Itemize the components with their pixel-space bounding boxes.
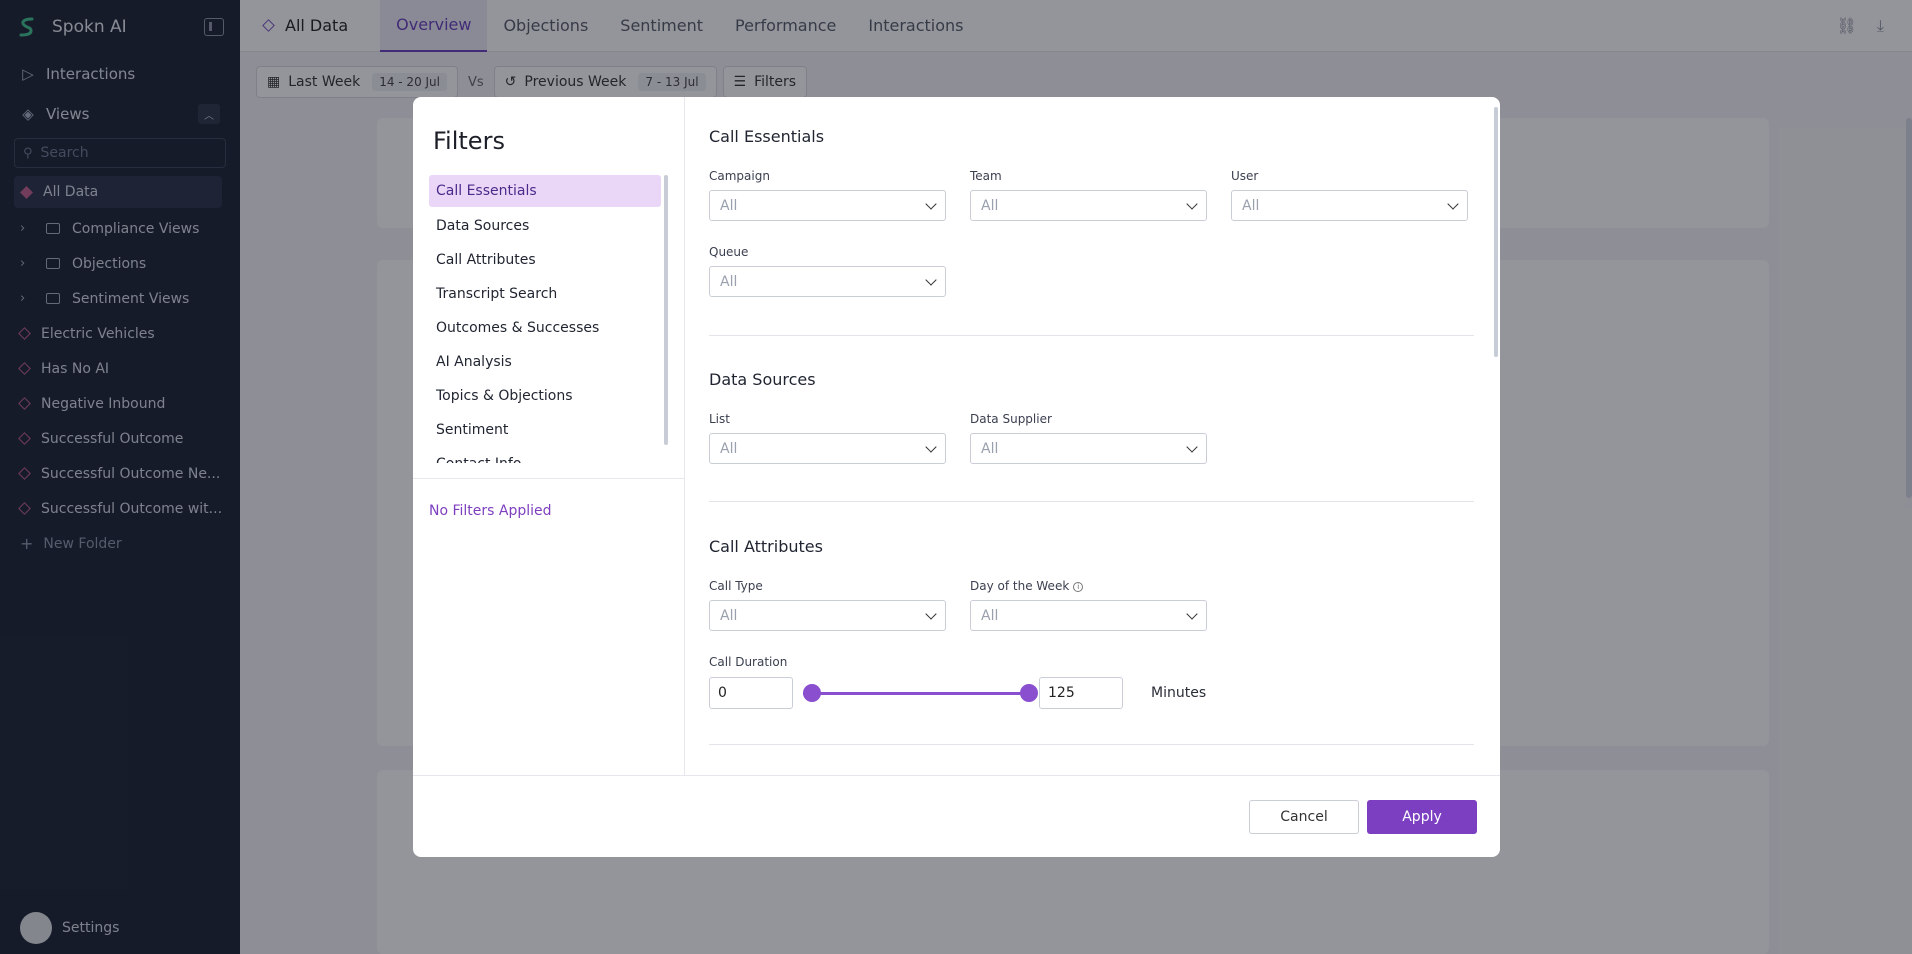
page-scrollbar[interactable]	[1906, 118, 1912, 498]
category-outcomes-successes[interactable]: Outcomes & Successes	[429, 311, 661, 345]
call-duration-label: Call Duration	[709, 655, 788, 669]
campaign-select[interactable]: All	[709, 190, 946, 221]
category-call-essentials[interactable]: Call Essentials	[429, 175, 661, 207]
section-title-call-attributes: Call Attributes	[709, 537, 823, 556]
section-divider	[709, 335, 1474, 336]
filter-category-list: Call Essentials Data Sources Call Attrib…	[429, 175, 674, 463]
day-of-week-select[interactable]: All	[970, 600, 1207, 631]
call-type-select[interactable]: All	[709, 600, 946, 631]
list-select[interactable]: All	[709, 433, 946, 464]
divider	[413, 478, 685, 479]
chevron-down-icon	[925, 607, 937, 620]
data-supplier-select[interactable]: All	[970, 433, 1207, 464]
section-title-call-essentials: Call Essentials	[709, 127, 825, 146]
info-icon[interactable]: i	[1073, 581, 1084, 592]
campaign-label: Campaign	[709, 169, 770, 183]
list-label: List	[709, 412, 730, 426]
category-transcript-search[interactable]: Transcript Search	[429, 277, 661, 311]
category-scrollbar[interactable]	[664, 175, 668, 445]
category-data-sources[interactable]: Data Sources	[429, 209, 661, 243]
chevron-down-icon	[1186, 440, 1198, 453]
chevron-down-icon	[925, 273, 937, 286]
no-filters-status: No Filters Applied	[429, 503, 552, 519]
duration-slider-min-handle[interactable]	[803, 684, 821, 702]
filters-modal: Filters Call Essentials Data Sources Cal…	[413, 97, 1500, 857]
duration-unit-label: Minutes	[1151, 685, 1207, 701]
user-select[interactable]: All	[1231, 190, 1468, 221]
chevron-down-icon	[1186, 197, 1198, 210]
duration-max-input[interactable]: 125	[1039, 677, 1123, 709]
team-select[interactable]: All	[970, 190, 1207, 221]
section-title-data-sources: Data Sources	[709, 370, 816, 389]
data-supplier-value: All	[981, 440, 999, 457]
chevron-down-icon	[1447, 197, 1459, 210]
section-divider	[709, 744, 1474, 745]
team-label: Team	[970, 169, 1002, 183]
list-value: All	[720, 440, 738, 457]
call-type-value: All	[720, 607, 738, 624]
cancel-button[interactable]: Cancel	[1249, 800, 1359, 834]
user-label: User	[1231, 169, 1259, 183]
queue-select[interactable]: All	[709, 266, 946, 297]
day-of-week-label: Day of the Week	[970, 579, 1070, 593]
category-sentiment[interactable]: Sentiment	[429, 413, 661, 447]
data-supplier-label: Data Supplier	[970, 412, 1052, 426]
team-value: All	[981, 197, 999, 214]
duration-slider-max-handle[interactable]	[1020, 684, 1038, 702]
category-contact-info[interactable]: Contact Info	[429, 447, 661, 463]
day-of-week-value: All	[981, 607, 999, 624]
campaign-value: All	[720, 197, 738, 214]
modal-footer: Cancel Apply	[413, 775, 1500, 857]
chevron-down-icon	[925, 440, 937, 453]
filters-category-panel: Filters Call Essentials Data Sources Cal…	[413, 97, 685, 775]
filters-form-panel: Call Essentials Campaign All Team All Us…	[685, 97, 1500, 775]
category-topics-objections[interactable]: Topics & Objections	[429, 379, 661, 413]
chevron-down-icon	[925, 197, 937, 210]
queue-value: All	[720, 273, 738, 290]
duration-min-input[interactable]: 0	[709, 677, 793, 709]
category-ai-analysis[interactable]: AI Analysis	[429, 345, 661, 379]
day-of-week-label-wrap: Day of the Week i	[970, 579, 1084, 593]
queue-label: Queue	[709, 245, 749, 259]
apply-button[interactable]: Apply	[1367, 800, 1477, 834]
section-divider	[709, 501, 1474, 502]
form-scrollbar[interactable]	[1494, 107, 1498, 357]
duration-slider-track[interactable]	[803, 692, 1029, 695]
category-call-attributes[interactable]: Call Attributes	[429, 243, 661, 277]
chevron-down-icon	[1186, 607, 1198, 620]
call-type-label: Call Type	[709, 579, 763, 593]
user-value: All	[1242, 197, 1260, 214]
modal-title: Filters	[433, 127, 505, 155]
